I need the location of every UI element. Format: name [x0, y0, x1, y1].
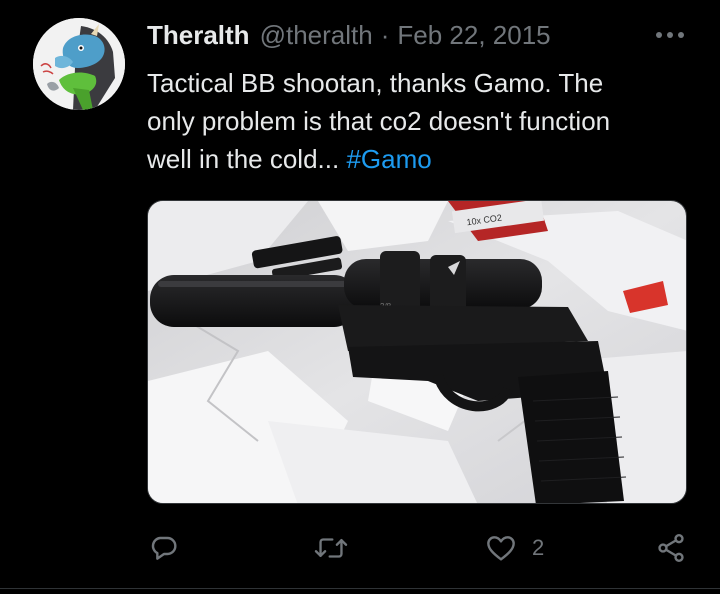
timestamp[interactable]: Feb 22, 2015: [397, 20, 550, 51]
tweet-header: Theralth @theralth · Feb 22, 2015: [147, 20, 551, 50]
tweet-photo[interactable]: 10x CO2 3/8: [147, 200, 687, 504]
more-dots-icon: [656, 32, 684, 38]
tweet[interactable]: Theralth @theralth · Feb 22, 2015 Tactic…: [0, 0, 720, 594]
avatar-image: [33, 18, 125, 110]
divider: [0, 588, 720, 589]
separator-dot: ·: [380, 19, 390, 50]
tweet-text-line: Tactical BB shootan, thanks Gamo. The: [147, 68, 604, 98]
tweet-text-fragment: well in the cold...: [147, 144, 340, 174]
reply-button[interactable]: [148, 526, 194, 570]
retweet-icon: [314, 538, 348, 558]
like-button[interactable]: 2: [484, 526, 544, 570]
tweet-text: Tactical BB shootan, thanks Gamo. The on…: [147, 64, 692, 178]
tweet-text-line: well in the cold... #Gamo: [147, 140, 692, 178]
photo-image: 10x CO2 3/8: [148, 201, 686, 503]
tweet-text-line: only problem is that co2 doesn't functio…: [147, 106, 611, 136]
like-count: 2: [532, 535, 545, 560]
share-button[interactable]: [654, 526, 702, 570]
heart-icon: [487, 536, 515, 561]
retweet-button[interactable]: [314, 526, 362, 570]
hashtag-link[interactable]: #Gamo: [346, 144, 431, 174]
reply-icon: [151, 536, 177, 560]
display-name[interactable]: Theralth: [147, 20, 250, 51]
more-button[interactable]: [654, 22, 686, 48]
avatar[interactable]: [33, 18, 125, 110]
handle[interactable]: @theralth: [260, 20, 373, 51]
share-icon: [658, 534, 684, 562]
tweet-actions: 2: [0, 526, 720, 570]
